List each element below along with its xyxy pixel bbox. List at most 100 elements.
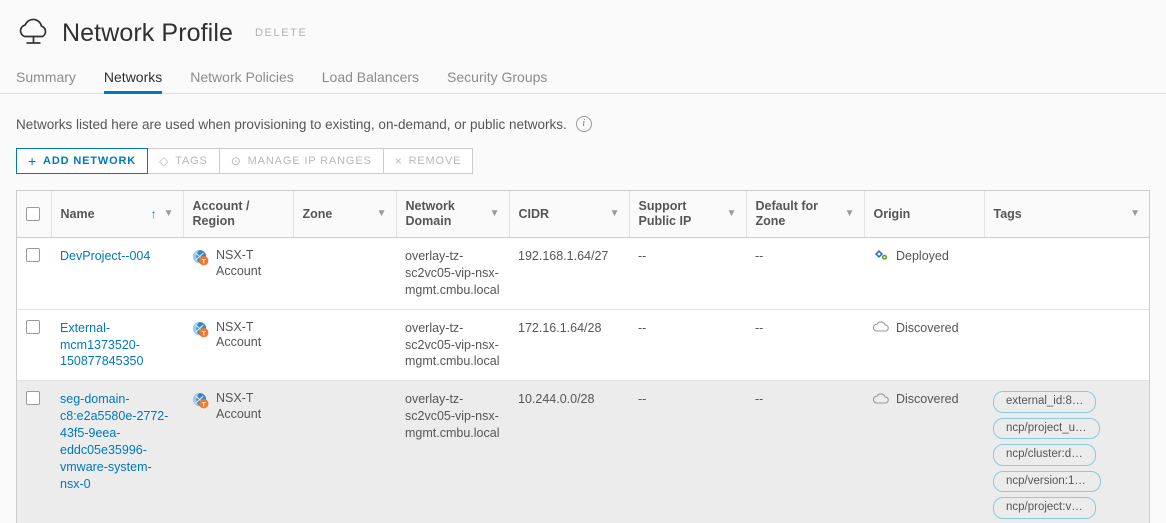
add-network-label: ADD NETWORK (43, 155, 137, 167)
row-checkbox[interactable] (26, 319, 40, 334)
manage-ip-ranges-label: MANAGE IP RANGES (247, 155, 372, 167)
filter-icon-zone[interactable]: ▼ (377, 209, 387, 219)
column-label-cidr: CIDR (518, 206, 550, 221)
column-header-tags[interactable]: Tags ▼ (984, 191, 1149, 238)
filter-icon-tags[interactable]: ▼ (1130, 209, 1140, 219)
network-name-link[interactable]: External-mcm1373520-150877845350 (60, 321, 143, 369)
tags-label: TAGS (175, 155, 208, 167)
cell-tags (984, 309, 1149, 382)
filter-icon-support-public-ip[interactable]: ▼ (727, 209, 737, 219)
cell-name: DevProject--004 (51, 237, 183, 310)
column-header-account-region[interactable]: Account / Region (183, 191, 294, 238)
deployed-icon (875, 250, 888, 261)
tab-summary[interactable]: Summary (16, 69, 90, 93)
cell-account-region: T NSX-T Account (183, 237, 293, 310)
row-select-cell (17, 309, 51, 382)
sort-asc-icon[interactable]: ↑ (151, 208, 157, 220)
cell-origin: Deployed (864, 237, 984, 310)
discovered-cloud-icon (873, 321, 889, 332)
origin-label: Deployed (896, 249, 949, 263)
cell-origin: Discovered (864, 309, 984, 382)
tab-network-policies[interactable]: Network Policies (176, 69, 307, 93)
filter-icon-network-domain[interactable]: ▼ (490, 209, 500, 219)
nsx-t-icon: T (192, 393, 209, 409)
nsx-t-icon: T (192, 249, 209, 266)
column-header-network-domain[interactable]: Network Domain ▼ (396, 191, 510, 238)
svg-text:T: T (202, 402, 206, 409)
network-name-link[interactable]: seg-domain-c8:e2a5580e-2772-43f5-9eea-ed… (60, 392, 168, 490)
networks-table: Name ↑ ▼ Account / Region Zone ▼ Network… (17, 191, 1149, 523)
network-name-link[interactable]: DevProject--004 (60, 249, 150, 263)
networks-table-container: Name ↑ ▼ Account / Region Zone ▼ Network… (16, 190, 1150, 523)
description-row: Networks listed here are used when provi… (0, 94, 1166, 132)
cell-cidr: 10.244.0.0/28 (509, 380, 629, 523)
column-label-tags: Tags (993, 206, 1022, 221)
page-title: Network Profile (62, 18, 233, 47)
table-row[interactable]: DevProject--004 T NSX-T Account overlay-… (17, 237, 1149, 310)
table-header-row: Name ↑ ▼ Account / Region Zone ▼ Network… (17, 191, 1149, 238)
filter-icon-cidr[interactable]: ▼ (610, 209, 620, 219)
cell-default-for-zone: -- (746, 237, 864, 310)
column-header-cidr[interactable]: CIDR ▼ (509, 191, 630, 238)
svg-text:T: T (202, 330, 206, 337)
row-select-cell (17, 237, 51, 310)
origin-label: Discovered (896, 320, 959, 335)
select-all-checkbox[interactable] (26, 207, 40, 221)
close-icon: × (394, 154, 403, 168)
add-network-button[interactable]: + ADD NETWORK (16, 148, 149, 174)
tag-chip[interactable]: ncp/project_u… (993, 417, 1100, 440)
column-label-zone: Zone (302, 206, 333, 221)
tag-chip[interactable]: ncp/project:v… (993, 497, 1096, 519)
cell-account-region: T NSX-T Account (183, 309, 293, 382)
cell-support-public-ip: -- (629, 380, 746, 523)
table-row[interactable]: External-mcm1373520-150877845350 T NSX-T… (17, 309, 1149, 382)
filter-icon-name[interactable]: ▼ (164, 209, 174, 219)
info-icon[interactable]: i (575, 116, 592, 132)
manage-ip-ranges-button[interactable]: ⊙ MANAGE IP RANGES (219, 148, 384, 174)
cell-network-domain: overlay-tz-sc2vc05-vip-nsx-mgmt.cmbu.loc… (396, 380, 509, 523)
cell-origin: Discovered (864, 380, 984, 523)
column-header-zone[interactable]: Zone ▼ (293, 191, 397, 238)
tag-chip[interactable]: ncp/version:1.… (993, 470, 1101, 493)
column-header-support-public-ip[interactable]: Support Public IP ▼ (629, 191, 747, 238)
description-text: Networks listed here are used when provi… (16, 116, 567, 132)
delete-button[interactable]: DELETE (255, 27, 307, 39)
column-label-origin: Origin (873, 206, 911, 221)
column-label-account-region: Account / Region (192, 199, 250, 228)
cell-zone (293, 380, 396, 523)
tab-security-groups[interactable]: Security Groups (433, 69, 561, 93)
cell-support-public-ip: -- (629, 309, 746, 382)
filter-icon-default-for-zone[interactable]: ▼ (845, 209, 855, 219)
row-checkbox[interactable] (26, 391, 40, 406)
column-header-origin[interactable]: Origin (864, 191, 985, 238)
select-all-header (17, 191, 52, 238)
svg-text:T: T (202, 258, 206, 265)
discovered-cloud-icon (873, 393, 889, 404)
column-header-name[interactable]: Name ↑ ▼ (51, 191, 184, 238)
origin-label: Discovered (896, 392, 959, 407)
cell-default-for-zone: -- (746, 380, 864, 523)
tab-networks[interactable]: Networks (90, 69, 176, 94)
cell-name: External-mcm1373520-150877845350 (51, 309, 183, 382)
cell-tags: external_id:8… ncp/project_u… ncp/cluste… (984, 380, 1149, 523)
tags-button[interactable]: ◇ TAGS (148, 148, 220, 174)
row-checkbox[interactable] (26, 248, 40, 262)
tag-chip[interactable]: external_id:8… (993, 391, 1097, 413)
column-header-default-for-zone[interactable]: Default for Zone ▼ (746, 191, 865, 238)
column-label-support-public-ip: Support Public IP (638, 199, 692, 228)
cell-cidr: 172.16.1.64/28 (509, 309, 629, 382)
tab-load-balancers[interactable]: Load Balancers (308, 69, 433, 93)
cell-zone (293, 309, 396, 382)
plus-icon: + (28, 153, 38, 169)
tag-icon: ◇ (159, 154, 170, 168)
tag-chip[interactable]: ncp/cluster:d… (993, 444, 1096, 466)
cell-name: seg-domain-c8:e2a5580e-2772-43f5-9eea-ed… (51, 380, 183, 523)
cell-network-domain: overlay-tz-sc2vc05-vip-nsx-mgmt.cmbu.loc… (396, 309, 509, 382)
page-header: Network Profile DELETE (0, 0, 1166, 52)
row-select-cell (17, 380, 51, 523)
column-label-default-for-zone: Default for Zone (755, 199, 819, 228)
table-row[interactable]: seg-domain-c8:e2a5580e-2772-43f5-9eea-ed… (17, 380, 1149, 523)
remove-button[interactable]: × REMOVE (383, 148, 474, 174)
cell-support-public-ip: -- (629, 237, 746, 310)
action-toolbar: + ADD NETWORK ◇ TAGS ⊙ MANAGE IP RANGES … (16, 148, 1166, 174)
